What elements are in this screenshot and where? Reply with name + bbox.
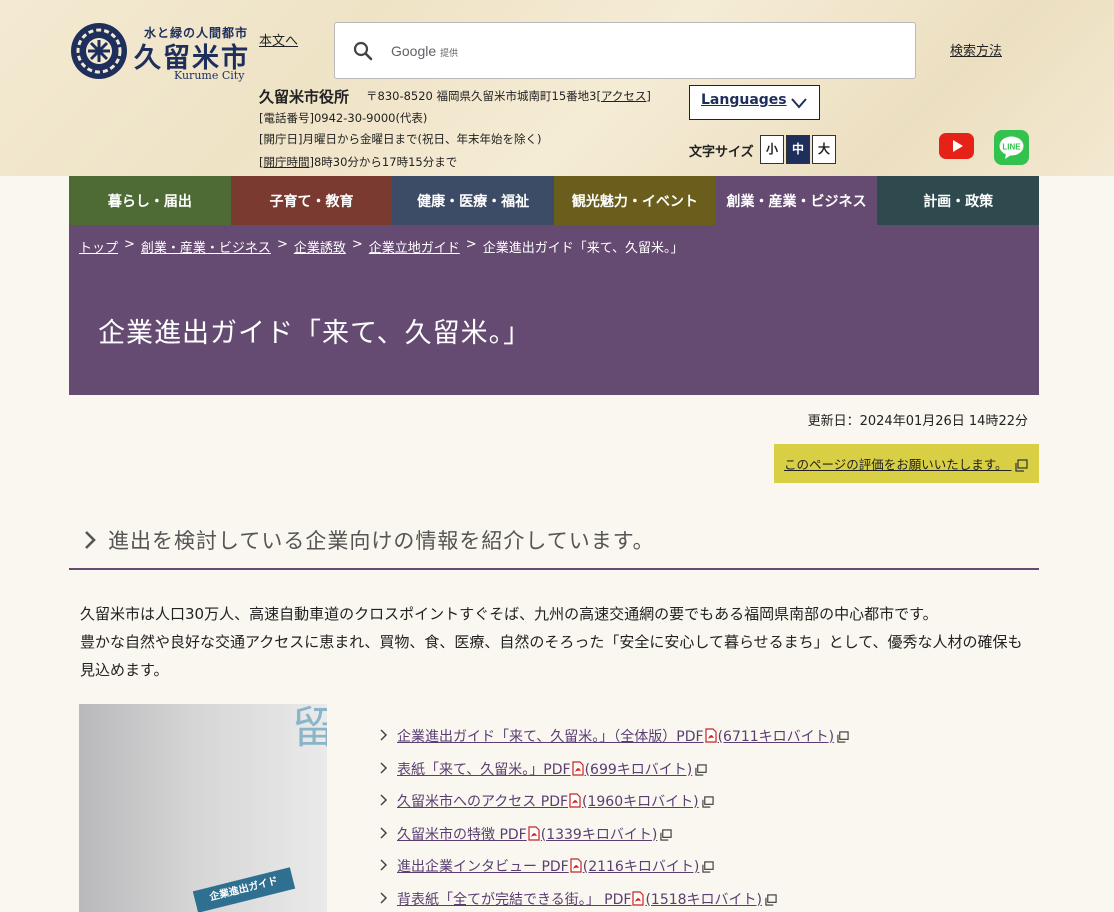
chevron-right-icon [380, 729, 388, 741]
font-size-label: 文字サイズ [689, 145, 754, 160]
chevron-right-icon [380, 826, 388, 839]
list-item: 久留米市の特徴 PDF (1339キロバイト) [378, 824, 849, 857]
global-nav: 暮らし・届出 子育て・教育 健康・医療・福祉 観光魅力・イベント 創業・産業・ビ… [69, 176, 1040, 225]
list-item: 背表紙「全てが完結できる街。」 PDF (1518キロバイト) [378, 889, 849, 912]
download-link-back-cover[interactable]: 背表紙「全てが完結できる街。」 PDF (1518キロバイト) [397, 890, 762, 908]
office-hours: [開庁時間]8時30分から17時15分まで [259, 155, 458, 169]
pdf-icon [704, 728, 717, 743]
download-link-access[interactable]: 久留米市へのアクセス PDF (1960キロバイト) [397, 793, 699, 810]
external-window-icon [701, 796, 714, 808]
pdf-icon [528, 825, 540, 841]
office-name: 久留米市役所 [259, 88, 350, 106]
search-help-link[interactable]: 検索方法 [950, 40, 1002, 59]
site-logo[interactable]: 水と緑の人間都市 久留米市 Kurume City [70, 22, 250, 84]
chevron-right-icon [85, 531, 96, 549]
search-icon [353, 41, 373, 61]
download-link-features[interactable]: 久留米市の特徴 PDF (1339キロバイト) [397, 825, 657, 843]
languages-button[interactable]: Languages [689, 85, 820, 120]
intro-paragraph-1: 久留米市は人口30万人、高速自動車道のクロスポイントすぐそば、九州の高速交通網の… [80, 605, 938, 623]
external-window-icon [837, 731, 849, 743]
access-link[interactable]: [アクセス] [596, 89, 650, 103]
download-link-full-guide[interactable]: 企業進出ガイド「来て、久留米。」（全体版）PDF (6711キロバイト) [397, 728, 834, 745]
guide-cover-image: 来て、久留 企業進出ガイド [79, 704, 327, 912]
nav-item-health[interactable]: 健康・医療・福祉 [392, 176, 555, 225]
line-icon[interactable]: LINE [994, 130, 1029, 165]
breadcrumb: トップ > 創業・産業・ビジネス > 企業誘致 > 企業立地ガイド > 企業進出ガイド「… [79, 237, 684, 256]
nav-item-tourism[interactable]: 観光魅力・イベント [554, 176, 716, 225]
nav-item-childcare[interactable]: 子育て・教育 [230, 176, 393, 225]
chevron-right-icon [380, 891, 388, 904]
logo-english-name: Kurume City [174, 69, 245, 82]
download-link-cover[interactable]: 表紙「来て、久留米。」PDF (699キロバイト) [397, 760, 692, 778]
breadcrumb-attraction[interactable]: 企業誘致 [294, 237, 346, 256]
skip-to-content-link[interactable]: 本文へ [259, 30, 298, 49]
page-title: 企業進出ガイド「来て、久留米。」 [98, 318, 532, 349]
nav-item-planning[interactable]: 計画・政策 [877, 176, 1040, 225]
list-item: 進出企業インタビュー PDF (2116キロバイト) [378, 856, 849, 889]
list-item: 企業進出ガイド「来て、久留米。」（全体版）PDF (6711キロバイト) [378, 726, 849, 759]
chevron-right-icon [380, 761, 388, 774]
external-window-icon [695, 763, 707, 776]
external-window-icon [765, 893, 777, 906]
city-emblem-icon [71, 23, 127, 79]
font-size-small-button[interactable]: 小 [760, 135, 784, 164]
office-phone: [電話番号]0942-30-9000(代表) [259, 111, 428, 125]
section-heading-text: 進出を検討している企業向けの情報を紹介しています。 [108, 529, 655, 553]
office-days: [開庁日]月曜日から金曜日まで(祝日、年末年始を除く) [259, 132, 542, 146]
pdf-icon [571, 760, 584, 776]
font-size-large-button[interactable]: 大 [812, 135, 836, 164]
updated-date: 更新日：2024年01月26日 14時22分 [807, 414, 1028, 429]
rate-page-button[interactable]: このページの評価をお願いいたします。 [774, 444, 1039, 483]
breadcrumb-location-guide[interactable]: 企業立地ガイド [369, 237, 460, 256]
pdf-icon [569, 793, 581, 808]
site-header: 水と緑の人間都市 久留米市 Kurume City 本文へ Google 提供 検… [0, 0, 1114, 176]
chevron-right-icon [380, 794, 388, 806]
list-item: 久留米市へのアクセス PDF (1960キロバイト) [378, 791, 849, 824]
nav-item-business[interactable]: 創業・産業・ビジネス [715, 176, 878, 225]
intro-paragraph-2: 豊かな自然や良好な交通アクセスに恵まれ、買物、食、医療、自然のそろった「安全に安… [80, 633, 1023, 679]
external-window-icon [1014, 459, 1028, 472]
svg-text:LINE: LINE [1002, 143, 1021, 152]
youtube-icon[interactable] [939, 133, 974, 159]
search-input[interactable]: Google 提供 [334, 22, 916, 79]
chevron-right-icon [380, 859, 388, 871]
breadcrumb-current: 企業進出ガイド「来て、久留米。」 [482, 241, 684, 256]
section-heading: 進出を検討している企業向けの情報を紹介しています。 [69, 520, 1039, 570]
font-size-medium-button[interactable]: 中 [786, 135, 810, 164]
list-item: 表紙「来て、久留米。」PDF (699キロバイト) [378, 759, 849, 792]
chevron-down-icon [791, 98, 807, 109]
page-title-band: トップ > 創業・産業・ビジネス > 企業誘致 > 企業立地ガイド > 企業進出ガイド「… [69, 225, 1039, 395]
intro-text: 久留米市は人口30万人、高速自動車道のクロスポイントすぐそば、九州の高速交通網の… [80, 600, 1035, 684]
office-hours-link[interactable]: [開庁時間] [259, 155, 314, 169]
breadcrumb-business[interactable]: 創業・産業・ビジネス [141, 237, 271, 256]
external-window-icon [702, 861, 714, 873]
pdf-icon [570, 858, 582, 873]
nav-item-living[interactable]: 暮らし・届出 [69, 176, 231, 225]
download-link-interview[interactable]: 進出企業インタビュー PDF (2116キロバイト) [397, 858, 699, 875]
pdf-icon [632, 890, 645, 906]
office-address: 〒830-8520 福岡県久留米市城南町15番地3[アクセス] [366, 89, 651, 103]
external-window-icon [660, 828, 672, 841]
breadcrumb-top[interactable]: トップ [79, 237, 118, 256]
google-branding: Google 提供 [391, 43, 459, 59]
download-list: 企業進出ガイド「来て、久留米。」（全体版）PDF (6711キロバイト) 表紙「来… [378, 726, 849, 912]
